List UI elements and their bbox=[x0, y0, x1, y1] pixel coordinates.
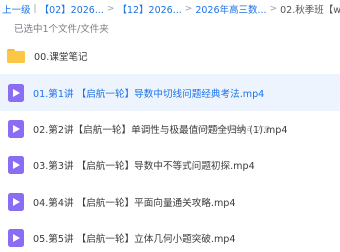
video-icon bbox=[8, 83, 24, 102]
video-icon bbox=[8, 192, 24, 211]
breadcrumb-item-1[interactable]: 【02】2026... bbox=[40, 2, 104, 16]
list-item[interactable]: 03.第3讲 【启航一轮】导数中不等式问题初探.mp4 bbox=[0, 147, 340, 183]
breadcrumb-item-2[interactable]: 【12】2026... bbox=[117, 2, 181, 16]
folder-icon bbox=[7, 49, 25, 64]
video-icon bbox=[8, 119, 24, 138]
breadcrumb-separator: | bbox=[33, 4, 37, 14]
breadcrumb-item-3[interactable]: 2026年高三数... bbox=[195, 2, 266, 16]
file-browser: 上一级 | 【02】2026... > 【12】2026... > 2026年高… bbox=[0, 0, 340, 252]
video-icon bbox=[8, 156, 24, 175]
list-item[interactable]: 04.第4讲 【启航一轮】平面向量通关攻略.mp4 bbox=[0, 184, 340, 220]
file-name: 05.第5讲 【启航一轮】立体几何小题突破.mp4 bbox=[33, 234, 236, 246]
file-name: 02.第2讲【启航一轮】单调性与极最值问题全归纳 (1).mp4 bbox=[33, 124, 288, 136]
breadcrumb-arrow: > bbox=[106, 4, 115, 14]
breadcrumb: 上一级 | 【02】2026... > 【12】2026... > 2026年高… bbox=[0, 0, 340, 18]
breadcrumb-arrow: > bbox=[269, 4, 278, 14]
breadcrumb-arrow: > bbox=[184, 4, 193, 14]
file-name: 01.第1讲 【启航一轮】导数中切线问题经典考法.mp4 bbox=[33, 88, 265, 100]
breadcrumb-current: 02.秋季班【w... bbox=[280, 5, 340, 16]
file-name: 04.第4讲 【启航一轮】平面向量通关攻略.mp4 bbox=[33, 197, 236, 209]
breadcrumb-up-link[interactable]: 上一级 bbox=[2, 2, 31, 16]
selection-status: 已选中1个文件/文件夹 bbox=[14, 24, 109, 35]
file-name: 03.第3讲 【启航一轮】导数中不等式问题初探.mp4 bbox=[33, 161, 255, 173]
list-item[interactable]: 02.第2讲【启航一轮】单调性与极最值问题全归纳 (1).mp4 bbox=[0, 111, 340, 147]
file-list: 00.课堂笔记 01.第1讲 【启航一轮】导数中切线问题经典考法.mp4 02.… bbox=[0, 38, 340, 252]
list-item-selected[interactable]: 01.第1讲 【启航一轮】导数中切线问题经典考法.mp4 bbox=[0, 74, 340, 111]
list-item-folder[interactable]: 00.课堂笔记 bbox=[0, 38, 340, 74]
file-name: 00.课堂笔记 bbox=[34, 52, 88, 64]
video-icon bbox=[8, 229, 24, 248]
list-item[interactable]: 05.第5讲 【启航一轮】立体几何小题突破.mp4 bbox=[0, 220, 340, 252]
